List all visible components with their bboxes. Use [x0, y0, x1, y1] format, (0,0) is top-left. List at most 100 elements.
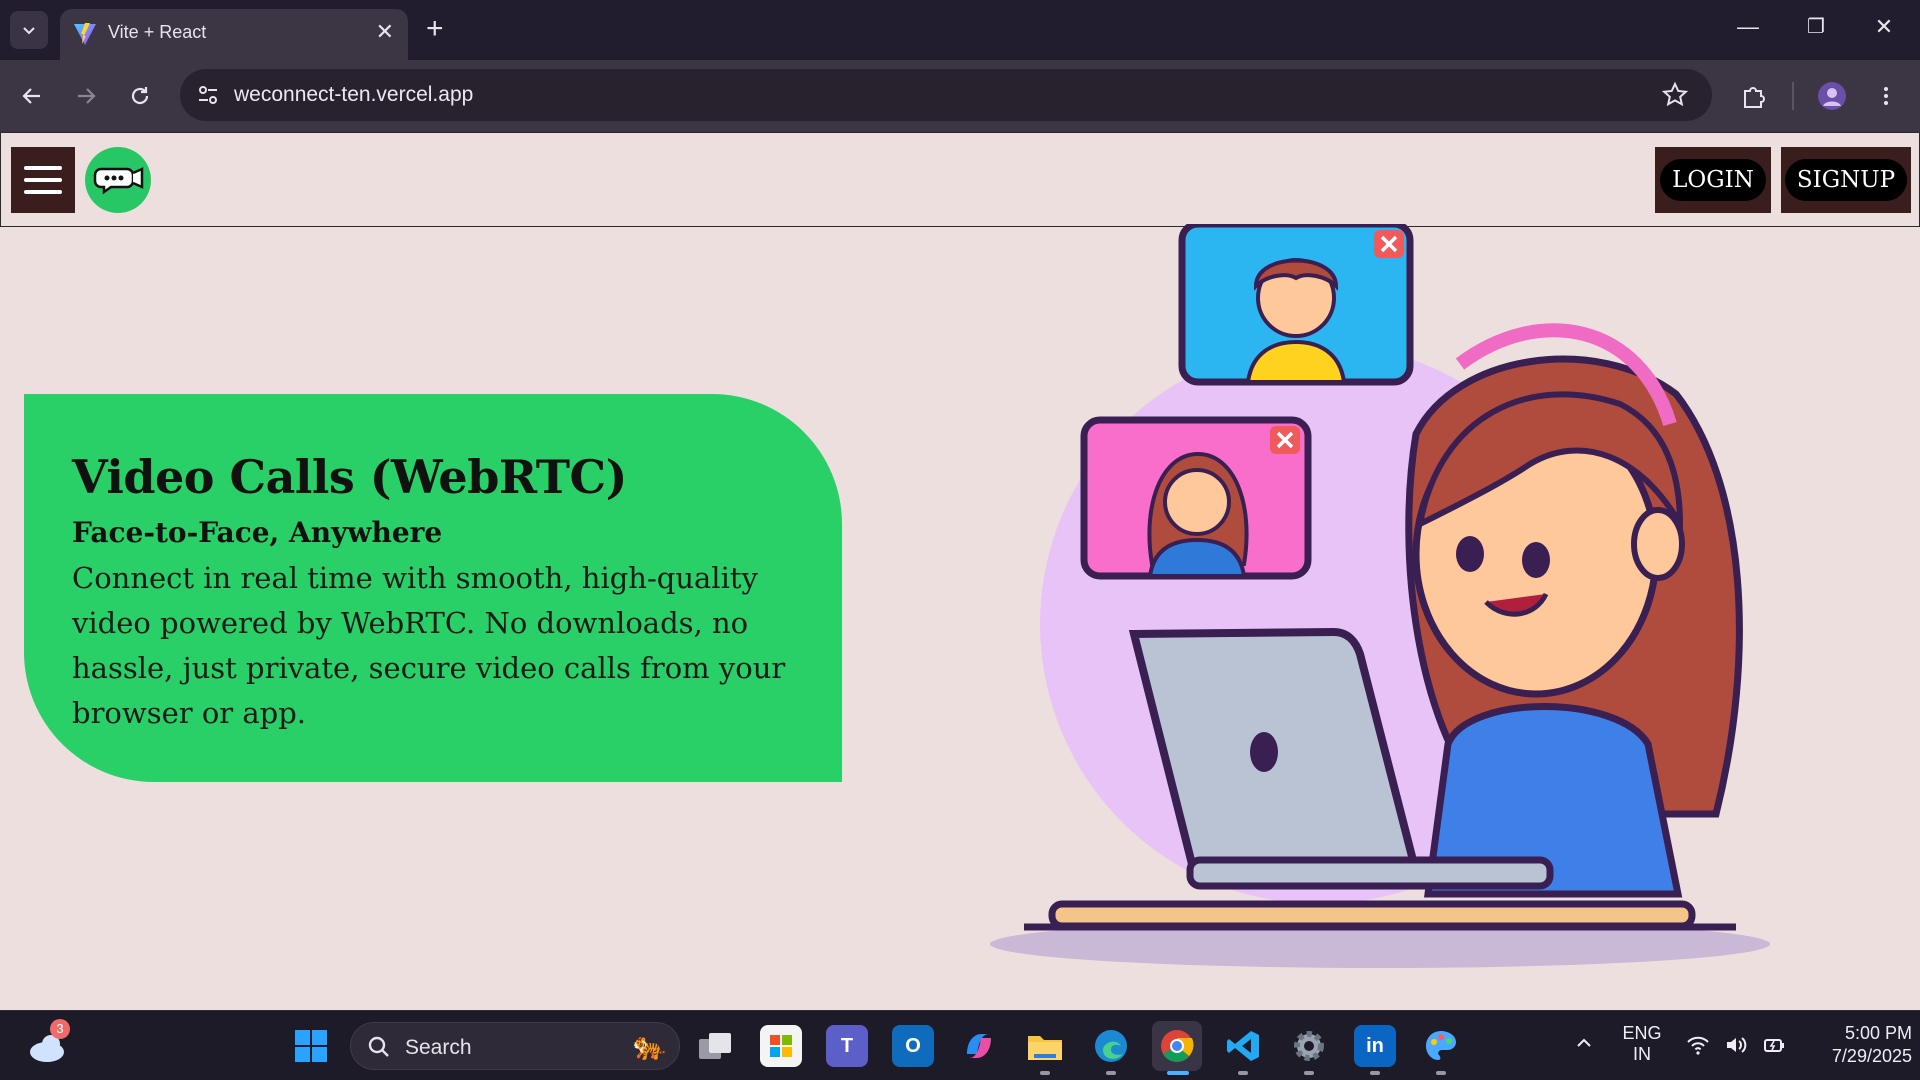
- forward-button[interactable]: [70, 80, 102, 112]
- hero-title: Video Calls (WebRTC): [72, 450, 627, 504]
- arrow-left-icon: [22, 88, 40, 104]
- girl-video-window: [1080, 416, 1312, 580]
- signup-button-wrapper: SIGNUP: [1781, 147, 1911, 213]
- tiger-search-highlight-icon: 🐅: [632, 1030, 667, 1061]
- hamburger-icon-bar: [24, 178, 62, 182]
- copilot-icon: [967, 1034, 991, 1058]
- language-indicator[interactable]: ENG IN: [1620, 1023, 1664, 1065]
- running-indicator: [1436, 1071, 1446, 1075]
- restore-icon[interactable]: ❐: [1796, 14, 1836, 39]
- vite-logo-icon: [74, 23, 96, 45]
- search-placeholder: Search: [405, 1036, 472, 1059]
- tab-search-button[interactable]: [10, 11, 48, 49]
- site-header: LOGIN SIGNUP: [0, 132, 1920, 227]
- clock-time: 5:00 PM: [1844, 1023, 1912, 1043]
- running-indicator: [1040, 1071, 1050, 1075]
- more-vertical-icon: [1884, 87, 1888, 105]
- palette-icon: [1426, 1031, 1456, 1060]
- address-bar[interactable]: weconnect-ten.vercel.app: [180, 69, 1712, 121]
- desk: [1048, 900, 1696, 930]
- hero-description: Connect in real time with smooth, high-q…: [72, 561, 786, 730]
- avatar: [1818, 82, 1846, 110]
- chevron-down-icon: [23, 27, 35, 35]
- profile-button[interactable]: [1816, 80, 1848, 112]
- taskbar: 3 Search 🐅 T O in ENG IN 5:00 PM 7/29/20…: [0, 1010, 1920, 1080]
- running-indicator: [1238, 1071, 1248, 1075]
- hamburger-icon-bar: [24, 190, 62, 194]
- teams-icon: T: [840, 1034, 854, 1057]
- folder-icon: [1028, 1036, 1062, 1060]
- taskbar-search-box[interactable]: Search 🐅: [350, 1022, 680, 1070]
- edge-icon: [1095, 1030, 1127, 1062]
- hero-subtitle: Face-to-Face, Anywhere: [72, 516, 443, 549]
- hamburger-menu-button[interactable]: [11, 147, 75, 213]
- active-app-indicator: [1167, 1071, 1189, 1075]
- reload-icon: [131, 87, 149, 105]
- running-indicator: [1304, 1071, 1314, 1075]
- minimize-icon[interactable]: —: [1728, 14, 1768, 40]
- page-viewport: LOGIN SIGNUP Video Calls (WebRTC) Face-t…: [0, 132, 1920, 1010]
- reload-button[interactable]: [124, 80, 156, 112]
- browser-tab[interactable]: Vite + React ✕: [60, 9, 408, 60]
- linkedin-button[interactable]: in: [1354, 1025, 1396, 1067]
- browser-tab-bar: Vite + React ✕ + — ❐ ✕: [0, 0, 1920, 60]
- browser-toolbar: weconnect-ten.vercel.app: [0, 60, 1920, 132]
- signup-button[interactable]: SIGNUP: [1784, 159, 1908, 201]
- clock[interactable]: 5:00 PM 7/29/2025: [1800, 1023, 1912, 1067]
- system-tray-quick-settings[interactable]: [1686, 1033, 1786, 1057]
- hamburger-icon: [24, 166, 62, 170]
- back-button[interactable]: [16, 80, 48, 112]
- teams-button[interactable]: T: [826, 1025, 868, 1067]
- chevron-up-icon: [1577, 1038, 1591, 1047]
- vscode-button[interactable]: [1222, 1025, 1264, 1067]
- login-button[interactable]: LOGIN: [1660, 159, 1766, 201]
- clock-date: 7/29/2025: [1831, 1046, 1912, 1066]
- tab-title: Vite + React: [108, 22, 207, 42]
- toolbar-divider: [1792, 82, 1794, 110]
- paint-button[interactable]: [1420, 1025, 1462, 1067]
- close-tab-icon[interactable]: ✕: [376, 21, 394, 43]
- hero-card: Video Calls (WebRTC) Face-to-Face, Anywh…: [24, 394, 842, 782]
- puzzle-icon: [1744, 87, 1765, 108]
- running-indicator: [1370, 1071, 1380, 1075]
- url-text[interactable]: weconnect-ten.vercel.app: [234, 83, 473, 107]
- login-button-wrapper: LOGIN: [1655, 147, 1771, 213]
- linkedin-icon: in: [1366, 1034, 1384, 1057]
- search-icon: [368, 1036, 389, 1057]
- girl-character: [1405, 323, 1743, 898]
- outlook-button[interactable]: O: [892, 1025, 934, 1067]
- running-indicator: [1106, 1071, 1116, 1075]
- arrow-right-icon: [78, 88, 96, 104]
- extensions-button[interactable]: [1738, 80, 1770, 112]
- microsoft-store-button[interactable]: [760, 1025, 802, 1067]
- site-info-icon[interactable]: [194, 81, 222, 109]
- language-code: ENG: [1622, 1023, 1662, 1043]
- chat-bubble-icon: [93, 167, 144, 195]
- store-icon: [770, 1035, 792, 1057]
- edge-button[interactable]: [1090, 1025, 1132, 1067]
- notification-badge: 3: [50, 1019, 70, 1039]
- chrome-button[interactable]: [1152, 1021, 1202, 1071]
- volume-icon: [1727, 1037, 1747, 1053]
- task-view-icon: [699, 1033, 731, 1059]
- bookmark-star-icon[interactable]: [1660, 80, 1690, 110]
- outlook-icon: O: [905, 1034, 921, 1057]
- new-tab-button[interactable]: +: [426, 14, 444, 44]
- battery-icon: [1764, 1039, 1784, 1052]
- wifi-icon: [1687, 1036, 1709, 1055]
- settings-button[interactable]: [1288, 1025, 1330, 1067]
- region-code: IN: [1633, 1044, 1651, 1064]
- boy-video-window: [1178, 224, 1414, 386]
- chrome-icon: [1161, 1030, 1194, 1062]
- window-close-icon[interactable]: ✕: [1864, 14, 1904, 40]
- file-explorer-button[interactable]: [1024, 1025, 1066, 1067]
- windows-logo-icon: [295, 1030, 327, 1062]
- vscode-icon: [1227, 1031, 1259, 1061]
- browser-menu-button[interactable]: [1870, 80, 1902, 112]
- gear-icon: [1294, 1031, 1324, 1061]
- show-hidden-icons-button[interactable]: [1574, 1033, 1594, 1058]
- start-button[interactable]: [290, 1025, 332, 1067]
- task-view-button[interactable]: [694, 1025, 736, 1067]
- copilot-button[interactable]: [958, 1025, 1000, 1067]
- weconnect-logo[interactable]: [85, 147, 151, 213]
